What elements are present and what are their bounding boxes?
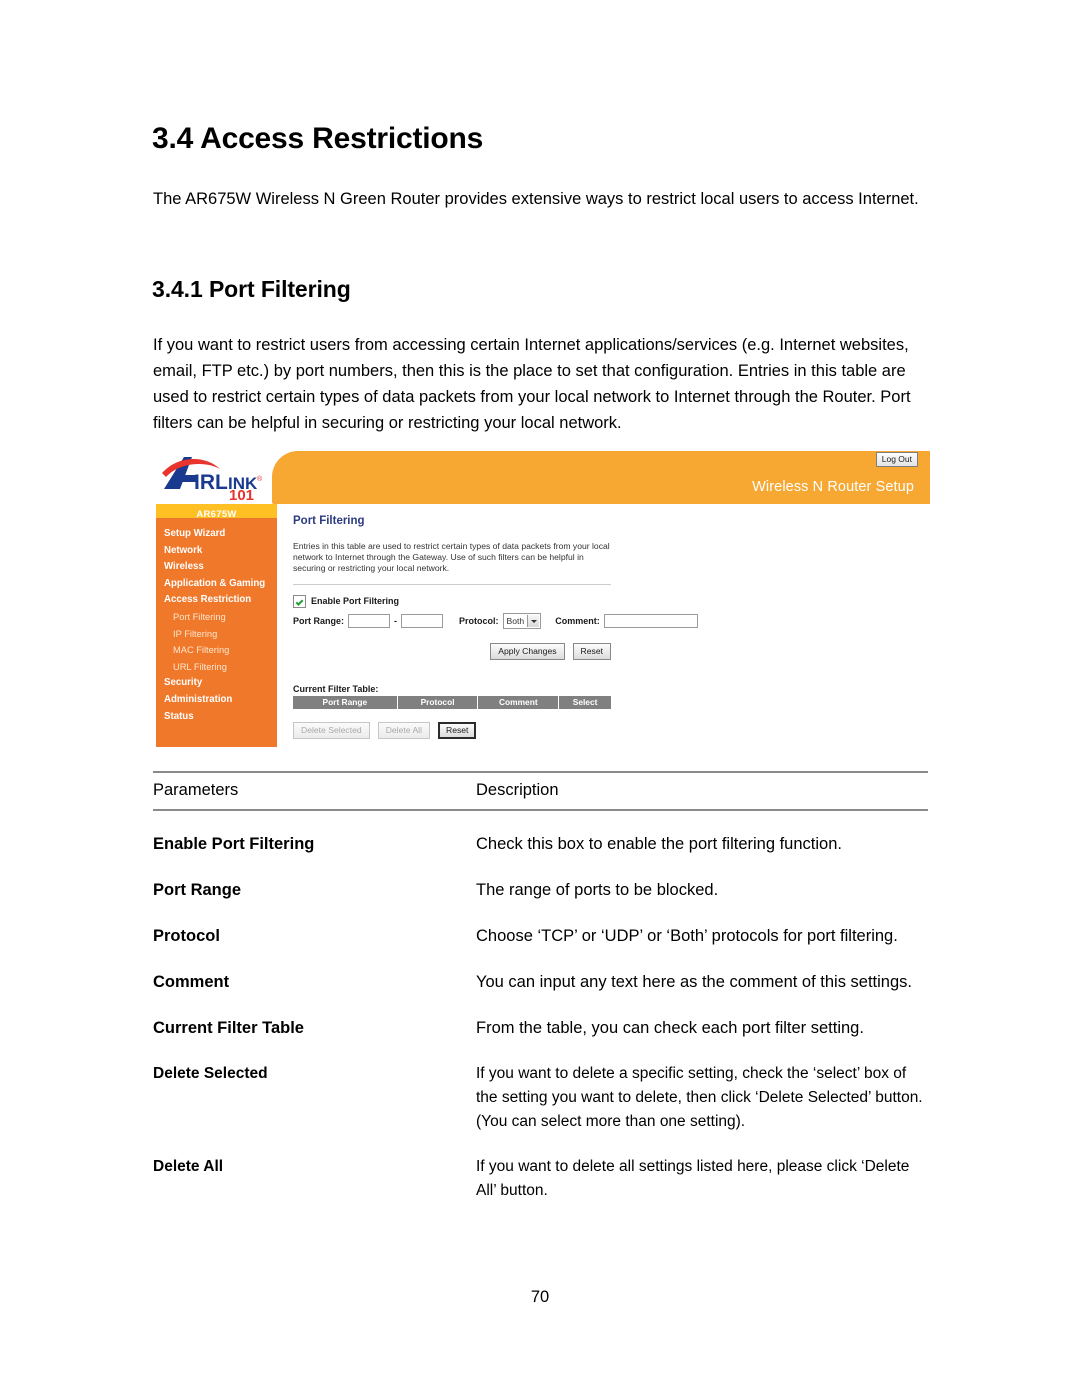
- model-badge: AR675W: [156, 504, 277, 520]
- param-desc-protocol: Choose ‘TCP’ or ‘UDP’ or ‘Both’ protocol…: [476, 927, 898, 945]
- port-range-separator: -: [394, 615, 398, 626]
- sidebar-item-network[interactable]: Network: [156, 543, 277, 560]
- table-action-buttons: Delete Selected Delete All Reset: [293, 721, 923, 739]
- svg-text:®: ®: [257, 475, 263, 483]
- panel-divider: [293, 583, 611, 585]
- svg-text:101: 101: [229, 487, 254, 501]
- enable-port-filtering-label: Enable Port Filtering: [311, 596, 400, 607]
- table-row: Delete All If you want to delete all set…: [153, 1134, 928, 1203]
- parameters-table: Parameters Description Enable Port Filte…: [153, 771, 928, 1203]
- protocol-label: Protocol:: [459, 615, 499, 626]
- table-row: Protocol Choose ‘TCP’ or ‘UDP’ or ‘Both’…: [153, 903, 928, 949]
- table-row: Comment You can input any text here as t…: [153, 949, 928, 995]
- airlink-logo-icon: IRL INK ® 101: [158, 449, 272, 501]
- protocol-select-value: Both: [506, 615, 525, 626]
- param-name-current-filter-table: Current Filter Table: [153, 1019, 304, 1037]
- current-filter-table-label: Current Filter Table:: [293, 683, 379, 694]
- param-name-delete-all: Delete All: [153, 1158, 224, 1175]
- comment-input[interactable]: [603, 613, 698, 628]
- table-row: Current Filter Table From the table, you…: [153, 995, 928, 1041]
- apply-changes-button[interactable]: Apply Changes: [490, 642, 565, 660]
- sidebar-item-administration[interactable]: Administration: [156, 692, 277, 709]
- sidebar-item-setup-wizard[interactable]: Setup Wizard: [156, 526, 277, 543]
- current-filter-table: Port Range Protocol Comment Select: [293, 695, 611, 709]
- param-name-comment: Comment: [153, 973, 230, 991]
- sidebar-menu: Setup Wizard Network Wireless Applicatio…: [156, 526, 277, 725]
- sidebar-item-status[interactable]: Status: [156, 709, 277, 726]
- enable-port-filtering-row: Enable Port Filtering: [293, 594, 923, 608]
- table-header-comment: Comment: [478, 695, 559, 709]
- param-desc-comment: You can input any text here as the comme…: [476, 973, 912, 991]
- table-row: Enable Port Filtering Check this box to …: [153, 811, 928, 857]
- logout-button[interactable]: Log Out: [875, 452, 918, 467]
- sidebar-item-application-gaming[interactable]: Application & Gaming: [156, 576, 277, 593]
- sidebar-item-mac-filtering[interactable]: MAC Filtering: [156, 642, 277, 659]
- param-name-enable-port-filtering: Enable Port Filtering: [153, 835, 315, 853]
- enable-port-filtering-checkbox[interactable]: [293, 594, 306, 608]
- header-orange-bar: [272, 451, 930, 504]
- manual-page: 3.4 Access Restrictions The AR675W Wirel…: [0, 0, 1080, 1397]
- router-ui-screenshot: IRL INK ® 101 Log Out Wireless N Router …: [156, 447, 930, 747]
- table-header-port-range: Port Range: [293, 695, 397, 709]
- svg-text:IRL: IRL: [194, 471, 228, 494]
- port-filter-form-row: Port Range: - Protocol: Both Comment:: [293, 612, 923, 629]
- param-name-protocol: Protocol: [153, 927, 220, 945]
- column-header-parameters: Parameters: [153, 781, 239, 799]
- router-panel: Port Filtering Entries in this table are…: [293, 515, 923, 739]
- port-range-end-input[interactable]: [401, 613, 444, 628]
- sidebar-item-ip-filtering[interactable]: IP Filtering: [156, 626, 277, 643]
- sidebar-item-security[interactable]: Security: [156, 675, 277, 692]
- sidebar-item-access-restriction[interactable]: Access Restriction: [156, 592, 277, 609]
- panel-description: Entries in this table are used to restri…: [293, 541, 610, 574]
- delete-selected-button[interactable]: Delete Selected: [293, 721, 370, 739]
- column-header-description: Description: [476, 781, 559, 799]
- param-name-delete-selected: Delete Selected: [153, 1065, 268, 1082]
- param-desc-delete-all: If you want to delete all settings liste…: [476, 1158, 910, 1199]
- comment-label: Comment:: [555, 615, 600, 626]
- table-row: Delete Selected If you want to delete a …: [153, 1041, 928, 1134]
- parameters-table-header: Parameters Description: [153, 773, 928, 809]
- port-range-label: Port Range:: [293, 615, 345, 626]
- sidebar-item-wireless[interactable]: Wireless: [156, 559, 277, 576]
- param-desc-port-range: The range of ports to be blocked.: [476, 881, 719, 899]
- table-header-protocol: Protocol: [397, 695, 478, 709]
- delete-all-button[interactable]: Delete All: [377, 721, 430, 739]
- router-header-title: Wireless N Router Setup: [752, 479, 914, 495]
- intro-paragraph: The AR675W Wireless N Green Router provi…: [153, 190, 919, 208]
- sidebar-item-url-filtering[interactable]: URL Filtering: [156, 659, 277, 676]
- port-range-start-input[interactable]: [348, 613, 391, 628]
- panel-title: Port Filtering: [293, 515, 365, 527]
- table-row: Port Range The range of ports to be bloc…: [153, 857, 928, 903]
- table-reset-button[interactable]: Reset: [438, 721, 477, 739]
- subsection-heading: 3.4.1 Port Filtering: [152, 276, 351, 302]
- panel-action-buttons: Apply Changes Reset: [293, 642, 611, 660]
- param-name-port-range: Port Range: [153, 881, 242, 899]
- section-heading: 3.4 Access Restrictions: [152, 122, 484, 155]
- protocol-select[interactable]: Both: [502, 612, 542, 629]
- subsection-paragraph: If you want to restrict users from acces…: [153, 336, 911, 432]
- reset-button[interactable]: Reset: [572, 642, 611, 660]
- param-desc-delete-selected: If you want to delete a specific setting…: [476, 1065, 923, 1130]
- page-number: 70: [530, 1288, 550, 1306]
- model-badge-label: AR675W: [196, 509, 237, 520]
- chevron-down-icon: [527, 614, 540, 627]
- param-desc-enable-port-filtering: Check this box to enable the port filter…: [476, 835, 842, 853]
- sidebar-item-port-filtering[interactable]: Port Filtering: [156, 609, 277, 626]
- param-desc-current-filter-table: From the table, you can check each port …: [476, 1019, 864, 1037]
- router-header: IRL INK ® 101 Log Out Wireless N Router …: [156, 447, 930, 504]
- router-sidebar: AR675W Setup Wizard Network Wireless App…: [156, 504, 277, 747]
- table-header-select: Select: [559, 695, 611, 709]
